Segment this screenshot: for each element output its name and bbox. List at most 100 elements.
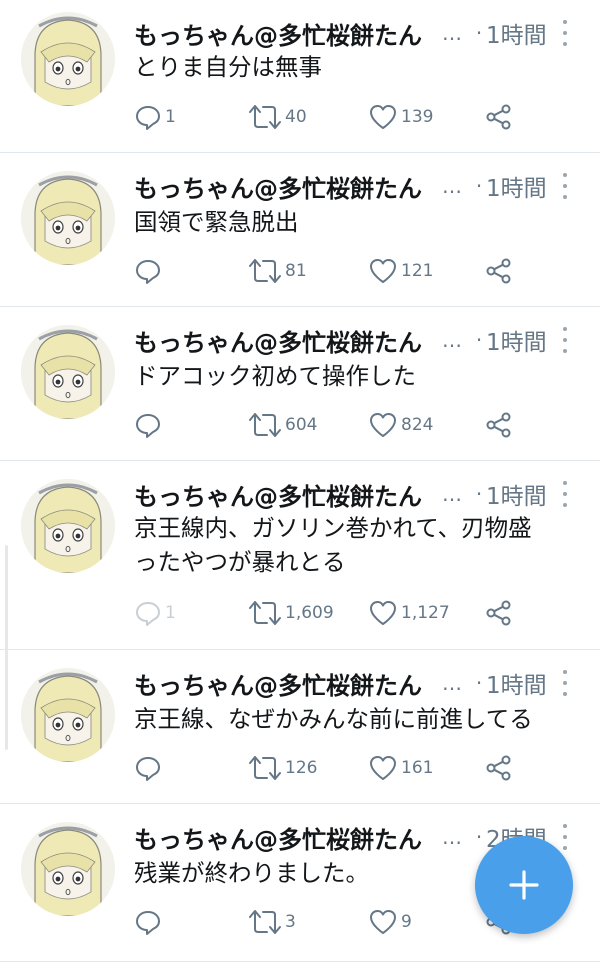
display-name[interactable]: もっちゃん@多忙桜餅たん — [134, 16, 442, 51]
reply-icon — [136, 757, 160, 781]
like-button[interactable]: 824 — [368, 408, 433, 442]
share-button[interactable] — [485, 254, 513, 288]
retweet-icon — [249, 601, 281, 625]
more-options-icon[interactable] — [555, 327, 575, 353]
avatar-image — [21, 12, 115, 106]
timestamp[interactable]: 1時間 — [486, 16, 547, 50]
like-button[interactable]: 161 — [368, 751, 433, 785]
timestamp[interactable]: 1時間 — [486, 666, 547, 700]
name-ellipsis: … — [442, 825, 462, 849]
reply-count: 1 — [165, 107, 176, 127]
name-ellipsis: … — [442, 21, 462, 45]
avatar-image — [21, 668, 115, 762]
share-icon — [486, 412, 511, 438]
reply-button[interactable] — [134, 905, 165, 939]
tweet-actions: 81 121 — [134, 254, 534, 288]
share-icon — [486, 104, 511, 130]
share-button[interactable] — [485, 408, 513, 442]
tweet-text: ドアコック初めて操作した — [134, 359, 584, 393]
avatar[interactable] — [21, 325, 115, 419]
tweet[interactable]: もっちゃん@多忙桜餅たん … · 1時間 とりま自分は無事 1 40 139 — [0, 0, 600, 153]
avatar[interactable] — [21, 822, 115, 916]
tweet-actions: 3 9 — [134, 905, 534, 939]
display-name[interactable]: もっちゃん@多忙桜餅たん — [134, 666, 442, 701]
heart-icon — [370, 756, 396, 780]
like-button[interactable]: 121 — [368, 254, 433, 288]
share-button[interactable] — [485, 100, 513, 134]
avatar-image — [21, 171, 115, 265]
share-icon — [486, 600, 511, 626]
avatar-image — [21, 479, 115, 573]
more-options-icon[interactable] — [555, 173, 575, 199]
reply-button[interactable] — [134, 751, 165, 785]
retweet-button[interactable]: 3 — [248, 905, 296, 939]
avatar[interactable] — [21, 12, 115, 106]
retweet-button[interactable]: 126 — [248, 751, 317, 785]
more-options-icon[interactable] — [555, 824, 575, 850]
retweet-icon — [249, 413, 281, 437]
tweet-header: もっちゃん@多忙桜餅たん … · 1時間 — [134, 666, 574, 700]
tweet-header: もっちゃん@多忙桜餅たん … · 1時間 — [134, 323, 574, 357]
like-count: 121 — [401, 261, 434, 281]
more-options-icon[interactable] — [555, 670, 575, 696]
tweet[interactable]: もっちゃん@多忙桜餅たん … · 1時間 ドアコック初めて操作した 604 82… — [0, 307, 600, 461]
avatar[interactable] — [21, 479, 115, 573]
more-options-icon[interactable] — [555, 481, 575, 507]
timestamp[interactable]: 1時間 — [486, 477, 547, 511]
reply-icon — [136, 260, 160, 284]
display-name[interactable]: もっちゃん@多忙桜餅たん — [134, 820, 442, 855]
retweet-button[interactable]: 81 — [248, 254, 307, 288]
tweet-text: 京王線内、ガソリン巻かれて、刃物盛 ったやつが暴れとる — [134, 511, 584, 579]
retweet-icon — [249, 259, 281, 283]
retweet-button[interactable]: 604 — [248, 408, 317, 442]
reply-button[interactable] — [134, 254, 165, 288]
like-button[interactable]: 1,127 — [368, 596, 450, 630]
tweet[interactable]: もっちゃん@多忙桜餅たん … · 1時間 京王線、なぜかみんな前に前進してる 1… — [0, 650, 600, 804]
display-name[interactable]: もっちゃん@多忙桜餅たん — [134, 323, 442, 358]
reply-icon — [136, 106, 160, 130]
reply-button[interactable]: 1 — [134, 596, 176, 630]
heart-icon — [370, 105, 396, 129]
timestamp[interactable]: 1時間 — [486, 169, 547, 203]
compose-tweet-button[interactable] — [475, 836, 573, 934]
separator-dot: · — [475, 174, 483, 198]
like-count: 9 — [401, 912, 412, 932]
scrollbar[interactable] — [5, 545, 8, 750]
timeline-feed: もっちゃん@多忙桜餅たん … · 1時間 とりま自分は無事 1 40 139 も… — [0, 0, 600, 962]
retweet-count: 1,609 — [285, 603, 334, 623]
heart-icon — [370, 910, 396, 934]
like-count: 1,127 — [401, 603, 450, 623]
like-button[interactable]: 139 — [368, 100, 433, 134]
separator-dot: · — [475, 328, 483, 352]
share-button[interactable] — [485, 751, 513, 785]
retweet-count: 126 — [285, 758, 318, 778]
tweet-text: 京王線、なぜかみんな前に前進してる — [134, 702, 584, 736]
separator-dot: · — [475, 671, 483, 695]
tweet-text: 国領で緊急脱出 — [134, 205, 584, 239]
tweet[interactable]: もっちゃん@多忙桜餅たん … · 1時間 京王線内、ガソリン巻かれて、刃物盛 っ… — [0, 461, 600, 650]
reply-icon — [136, 602, 160, 626]
tweet-actions: 1 1,609 1,127 — [134, 596, 534, 630]
tweet-text-line: ったやつが暴れとる — [134, 548, 346, 576]
like-button[interactable]: 9 — [368, 905, 412, 939]
tweet-actions: 1 40 139 — [134, 100, 534, 134]
tweet[interactable]: もっちゃん@多忙桜餅たん … · 1時間 国領で緊急脱出 81 121 — [0, 153, 600, 307]
display-name[interactable]: もっちゃん@多忙桜餅たん — [134, 477, 442, 512]
tweet-header: もっちゃん@多忙桜餅たん … · 1時間 — [134, 16, 574, 50]
reply-button[interactable]: 1 — [134, 100, 176, 134]
more-options-icon[interactable] — [555, 20, 575, 46]
timestamp[interactable]: 1時間 — [486, 323, 547, 357]
plus-icon — [509, 870, 539, 900]
like-count: 139 — [401, 107, 434, 127]
share-button[interactable] — [485, 596, 513, 630]
retweet-button[interactable]: 40 — [248, 100, 307, 134]
reply-icon — [136, 414, 160, 438]
avatar[interactable] — [21, 171, 115, 265]
retweet-icon — [249, 105, 281, 129]
avatar-image — [21, 325, 115, 419]
reply-button[interactable] — [134, 408, 165, 442]
display-name[interactable]: もっちゃん@多忙桜餅たん — [134, 169, 442, 204]
avatar[interactable] — [21, 668, 115, 762]
tweet-header: もっちゃん@多忙桜餅たん … · 1時間 — [134, 477, 574, 511]
retweet-button[interactable]: 1,609 — [248, 596, 334, 630]
